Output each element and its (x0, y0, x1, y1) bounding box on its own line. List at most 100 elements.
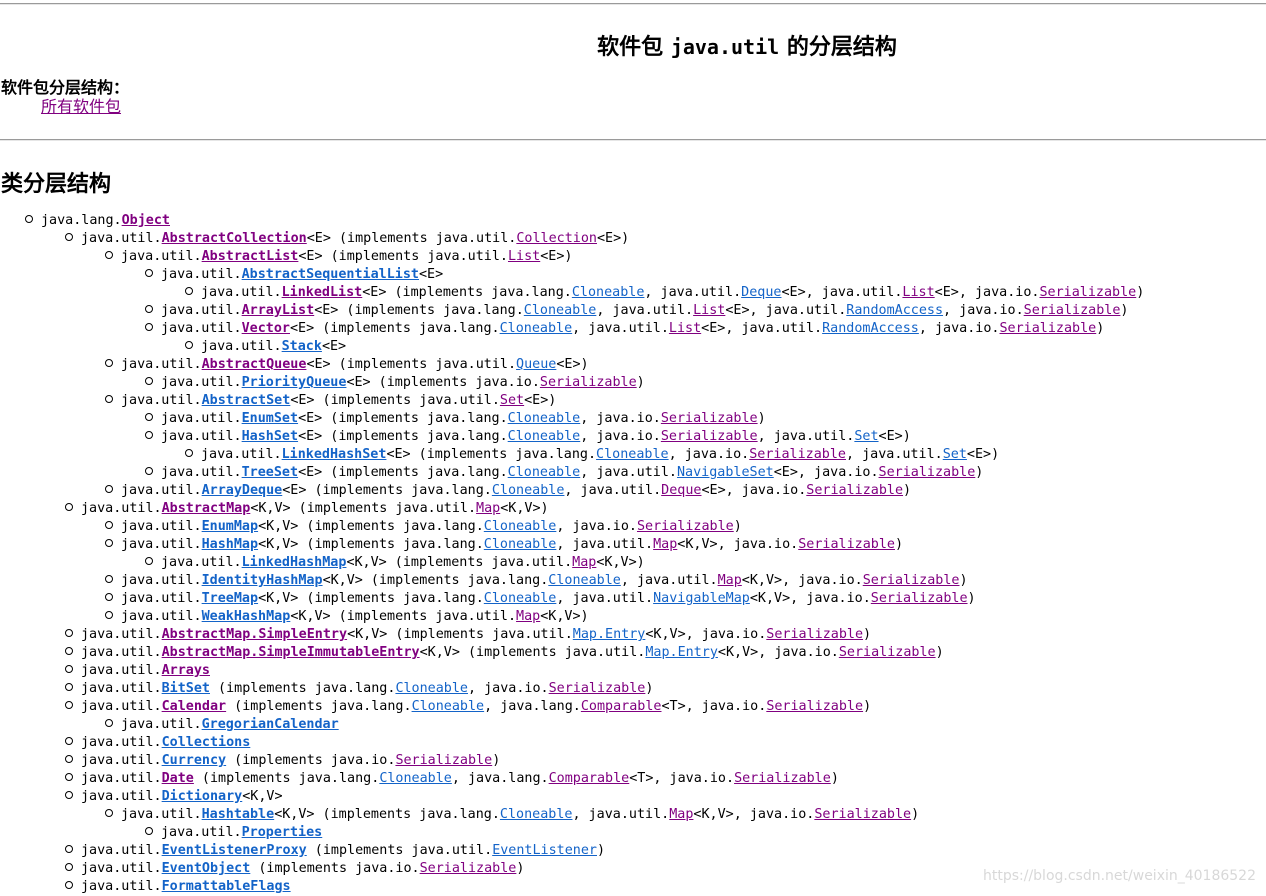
class-link[interactable]: HashSet (242, 429, 298, 444)
interface-link[interactable]: NavigableSet (677, 465, 774, 480)
interface-link[interactable]: Collection (516, 231, 597, 246)
interface-link[interactable]: Cloneable (508, 465, 581, 480)
class-link[interactable]: AbstractSet (202, 393, 291, 408)
interface-link[interactable]: Cloneable (492, 483, 565, 498)
interface-link[interactable]: Cloneable (484, 519, 557, 534)
class-link[interactable]: Properties (242, 825, 323, 840)
class-link[interactable]: AbstractSequentialList (242, 267, 419, 282)
interface-link[interactable]: Cloneable (395, 681, 468, 696)
class-link[interactable]: Vector (242, 321, 290, 336)
class-link[interactable]: PriorityQueue (242, 375, 347, 390)
interface-link[interactable]: Serializable (661, 429, 758, 444)
class-link[interactable]: TreeSet (242, 465, 298, 480)
interface-link[interactable]: Serializable (999, 321, 1096, 336)
interface-link[interactable]: Serializable (863, 573, 960, 588)
class-link[interactable]: AbstractCollection (162, 231, 307, 246)
interface-link[interactable]: Serializable (879, 465, 976, 480)
class-link[interactable]: Object (122, 213, 170, 228)
interface-link[interactable]: Map (653, 537, 677, 552)
interface-link[interactable]: Map (669, 807, 693, 822)
class-link[interactable]: AbstractMap (162, 501, 251, 516)
class-link[interactable]: Currency (162, 753, 227, 768)
interface-link[interactable]: List (508, 249, 540, 264)
interface-link[interactable]: Serializable (871, 591, 968, 606)
interface-link[interactable]: Cloneable (484, 591, 557, 606)
interface-link[interactable]: Set (854, 429, 878, 444)
interface-link[interactable]: Serializable (420, 861, 517, 876)
class-link[interactable]: TreeMap (202, 591, 258, 606)
interface-link[interactable]: List (669, 321, 701, 336)
interface-link[interactable]: Map (718, 573, 742, 588)
interface-link[interactable]: Comparable (581, 699, 662, 714)
interface-link[interactable]: Map (516, 609, 540, 624)
interface-link[interactable]: Serializable (1039, 285, 1136, 300)
class-link[interactable]: LinkedList (282, 285, 363, 300)
interface-link[interactable]: EventListener (492, 843, 597, 858)
class-link[interactable]: ArrayList (242, 303, 315, 318)
class-link[interactable]: LinkedHashSet (282, 447, 387, 462)
interface-link[interactable]: List (902, 285, 934, 300)
interface-link[interactable]: RandomAccess (822, 321, 919, 336)
interface-link[interactable]: Cloneable (484, 537, 557, 552)
interface-link[interactable]: Cloneable (596, 447, 669, 462)
class-link[interactable]: WeakHashMap (202, 609, 291, 624)
class-link[interactable]: AbstractMap.SimpleImmutableEntry (162, 645, 420, 660)
class-link[interactable]: AbstractMap.SimpleEntry (162, 627, 347, 642)
interface-link[interactable]: Cloneable (572, 285, 645, 300)
interface-link[interactable]: Serializable (1024, 303, 1121, 318)
class-link[interactable]: Arrays (162, 663, 210, 678)
class-link[interactable]: Collections (162, 735, 251, 750)
interface-link[interactable]: Cloneable (500, 321, 573, 336)
interface-link[interactable]: Comparable (549, 771, 630, 786)
interface-link[interactable]: Serializable (749, 447, 846, 462)
class-link[interactable]: EnumMap (202, 519, 258, 534)
class-link[interactable]: EventObject (162, 861, 251, 876)
interface-link[interactable]: Deque (661, 483, 701, 498)
class-link[interactable]: EnumSet (242, 411, 298, 426)
class-link[interactable]: Hashtable (202, 807, 275, 822)
interface-link[interactable]: Deque (741, 285, 781, 300)
class-link[interactable]: IdentityHashMap (202, 573, 323, 588)
interface-link[interactable]: Cloneable (548, 573, 621, 588)
interface-link[interactable]: Serializable (540, 375, 637, 390)
class-link[interactable]: Dictionary (162, 789, 243, 804)
class-link[interactable]: EventListenerProxy (162, 843, 307, 858)
interface-link[interactable]: Serializable (798, 537, 895, 552)
interface-link[interactable]: Serializable (637, 519, 734, 534)
class-link[interactable]: ArrayDeque (202, 483, 283, 498)
interface-link[interactable]: RandomAccess (846, 303, 943, 318)
interface-link[interactable]: Serializable (395, 753, 492, 768)
class-link[interactable]: GregorianCalendar (202, 717, 339, 732)
interface-link[interactable]: Set (500, 393, 524, 408)
interface-link[interactable]: Serializable (814, 807, 911, 822)
class-link[interactable]: Stack (282, 339, 322, 354)
class-link[interactable]: Calendar (162, 699, 227, 714)
class-link[interactable]: BitSet (162, 681, 210, 696)
interface-link[interactable]: Serializable (766, 699, 863, 714)
interface-link[interactable]: Cloneable (508, 411, 581, 426)
interface-link[interactable]: Map.Entry (645, 645, 718, 660)
interface-link[interactable]: NavigableMap (653, 591, 750, 606)
class-link[interactable]: AbstractQueue (202, 357, 307, 372)
class-link[interactable]: LinkedHashMap (242, 555, 347, 570)
interface-link[interactable]: Map.Entry (573, 627, 646, 642)
interface-link[interactable]: Serializable (661, 411, 758, 426)
all-packages-link[interactable]: 所有软件包 (41, 93, 121, 117)
interface-link[interactable]: Serializable (839, 645, 936, 660)
interface-link[interactable]: Cloneable (508, 429, 581, 444)
interface-link[interactable]: Map (572, 555, 596, 570)
interface-link[interactable]: Queue (516, 357, 556, 372)
interface-link[interactable]: List (693, 303, 725, 318)
interface-link[interactable]: Serializable (806, 483, 903, 498)
interface-link[interactable]: Cloneable (379, 771, 452, 786)
class-link[interactable]: AbstractList (202, 249, 299, 264)
interface-link[interactable]: Set (943, 447, 967, 462)
interface-link[interactable]: Serializable (734, 771, 831, 786)
class-link[interactable]: Date (162, 771, 194, 786)
interface-link[interactable]: Serializable (549, 681, 646, 696)
interface-link[interactable]: Cloneable (524, 303, 597, 318)
interface-link[interactable]: Cloneable (500, 807, 573, 822)
interface-link[interactable]: Serializable (766, 627, 863, 642)
class-link[interactable]: HashMap (202, 537, 258, 552)
class-link[interactable]: FormattableFlags (162, 879, 291, 894)
